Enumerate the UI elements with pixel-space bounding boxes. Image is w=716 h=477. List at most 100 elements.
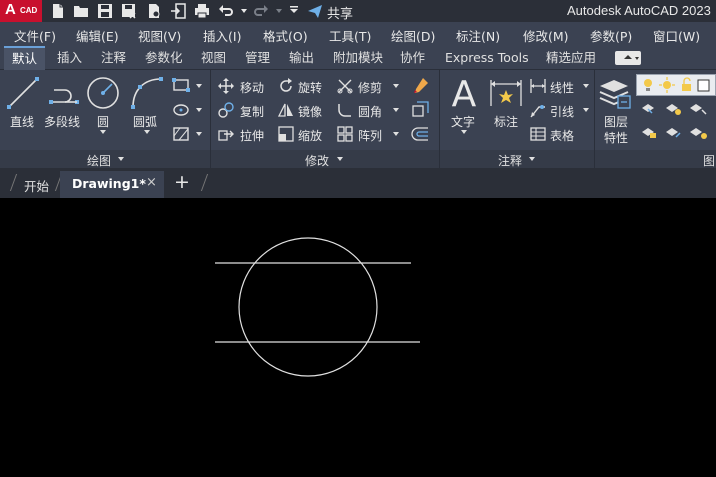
fillet-icon[interactable] [337,102,353,118]
drawn-circle[interactable] [238,237,378,377]
modify-panel-expand-icon[interactable] [337,157,343,162]
mirror-icon[interactable] [278,102,294,118]
menu-insert[interactable]: 插入(I) [203,26,241,45]
menu-parametric[interactable]: 参数(P) [590,26,632,45]
tab-view[interactable]: 视图 [201,46,226,70]
erase-icon[interactable] [411,77,429,95]
array-label[interactable]: 阵列 [358,127,382,144]
print-icon[interactable] [194,3,210,19]
layer-properties-label-1[interactable]: 图层 [604,113,628,130]
arc-icon[interactable] [130,76,164,110]
tab-addins[interactable]: 附加模块 [333,46,383,70]
linear-dimension-icon[interactable] [530,78,546,94]
ellipse-dropdown-icon[interactable] [196,108,202,113]
scale-label[interactable]: 缩放 [298,127,322,144]
tab-start[interactable]: 开始 [24,176,49,195]
new-file-icon[interactable] [50,3,66,19]
save-icon[interactable] [97,3,113,19]
stretch-icon[interactable] [218,126,234,142]
rectangle-dropdown-icon[interactable] [196,84,202,89]
layer-dropdown[interactable] [636,74,716,96]
menu-window[interactable]: 窗口(W) [653,26,700,45]
tab-output[interactable]: 输出 [289,46,314,70]
close-icon[interactable]: × [146,175,157,190]
tab-manage[interactable]: 管理 [245,46,270,70]
undo-dropdown-icon[interactable] [241,8,247,14]
menu-tools[interactable]: 工具(T) [329,26,371,45]
rotate-icon[interactable] [278,78,294,94]
modify-panel-title[interactable]: 修改 [305,152,329,169]
line-icon[interactable] [6,76,40,110]
draw-panel-expand-icon[interactable] [118,157,124,162]
polyline-icon[interactable] [48,80,82,106]
save-as-icon[interactable] [121,3,137,19]
tab-insert[interactable]: 插入 [57,46,82,70]
table-label[interactable]: 表格 [550,127,574,144]
circle-label[interactable]: 圆 [97,113,109,130]
arc-label[interactable]: 圆弧 [133,113,157,130]
rectangle-icon[interactable] [172,78,190,92]
app-logo-button[interactable]: A CAD [0,0,42,22]
menu-edit[interactable]: 编辑(E) [76,26,119,45]
layer-off-icon[interactable] [640,100,716,116]
leader-dropdown-icon[interactable] [583,108,589,113]
menu-modify[interactable]: 修改(M) [523,26,569,45]
trim-icon[interactable] [337,78,353,94]
ribbon-minimize-button[interactable] [615,51,641,65]
stretch-label[interactable]: 拉伸 [240,127,264,144]
redo-dropdown-icon[interactable] [276,8,282,14]
tab-featured-apps[interactable]: 精选应用 [546,46,596,70]
linear-label[interactable]: 线性 [550,79,574,96]
import-icon[interactable] [170,3,186,19]
annotation-panel-title[interactable]: 注释 [498,152,522,169]
mirror-label[interactable]: 镜像 [298,103,322,120]
move-icon[interactable] [218,78,234,94]
menu-format[interactable]: 格式(O) [263,26,308,45]
fillet-dropdown-icon[interactable] [393,108,399,113]
undo-icon[interactable] [218,3,234,19]
layers-panel-footer[interactable] [595,150,716,168]
share-label[interactable]: 共享 [327,3,353,22]
draw-panel-title[interactable]: 绘图 [87,152,111,169]
trim-label[interactable]: 修剪 [358,79,382,96]
menu-view[interactable]: 视图(V) [138,26,181,45]
redo-icon[interactable] [253,3,269,19]
array-icon[interactable] [337,126,353,142]
add-tab-button[interactable]: + [174,171,190,193]
tab-drawing1[interactable]: Drawing1* × [60,171,164,198]
dimension-label[interactable]: 标注 [494,113,518,130]
array-dropdown-icon[interactable] [393,132,399,137]
tab-home[interactable]: 默认 [4,46,46,70]
copy-label[interactable]: 复制 [240,103,264,120]
table-icon[interactable] [530,126,546,142]
tab-collaborate[interactable]: 协作 [400,46,425,70]
ellipse-icon[interactable] [172,103,190,117]
leader-icon[interactable] [530,102,546,118]
menu-dimension[interactable]: 标注(N) [456,26,500,45]
annotation-panel-expand-icon[interactable] [529,157,535,162]
rotate-label[interactable]: 旋转 [298,79,322,96]
move-label[interactable]: 移动 [240,79,264,96]
tab-annotate[interactable]: 注释 [101,46,126,70]
layer-lock-icon[interactable] [640,124,716,140]
offset-icon[interactable] [411,125,429,143]
linear-dropdown-icon[interactable] [583,84,589,89]
arc-dropdown-icon[interactable] [144,130,150,135]
copy-icon[interactable] [218,102,234,118]
share-icon[interactable] [307,3,323,19]
leader-label[interactable]: 引线 [550,103,574,120]
plot-web-icon[interactable] [146,3,162,19]
layers-panel-title[interactable]: 图 [703,152,715,169]
tab-express-tools[interactable]: Express Tools [445,46,529,70]
circle-dropdown-icon[interactable] [100,130,106,135]
polyline-label[interactable]: 多段线 [44,113,80,130]
text-label[interactable]: 文字 [451,113,475,130]
drawing-canvas[interactable] [0,198,716,477]
dimension-icon[interactable] [489,76,523,108]
layer-properties-icon[interactable] [598,76,632,112]
circle-icon[interactable] [86,76,120,110]
trim-dropdown-icon[interactable] [393,84,399,89]
explode-icon[interactable] [411,101,429,119]
fillet-label[interactable]: 圆角 [358,103,382,120]
menu-file[interactable]: 文件(F) [14,26,56,45]
